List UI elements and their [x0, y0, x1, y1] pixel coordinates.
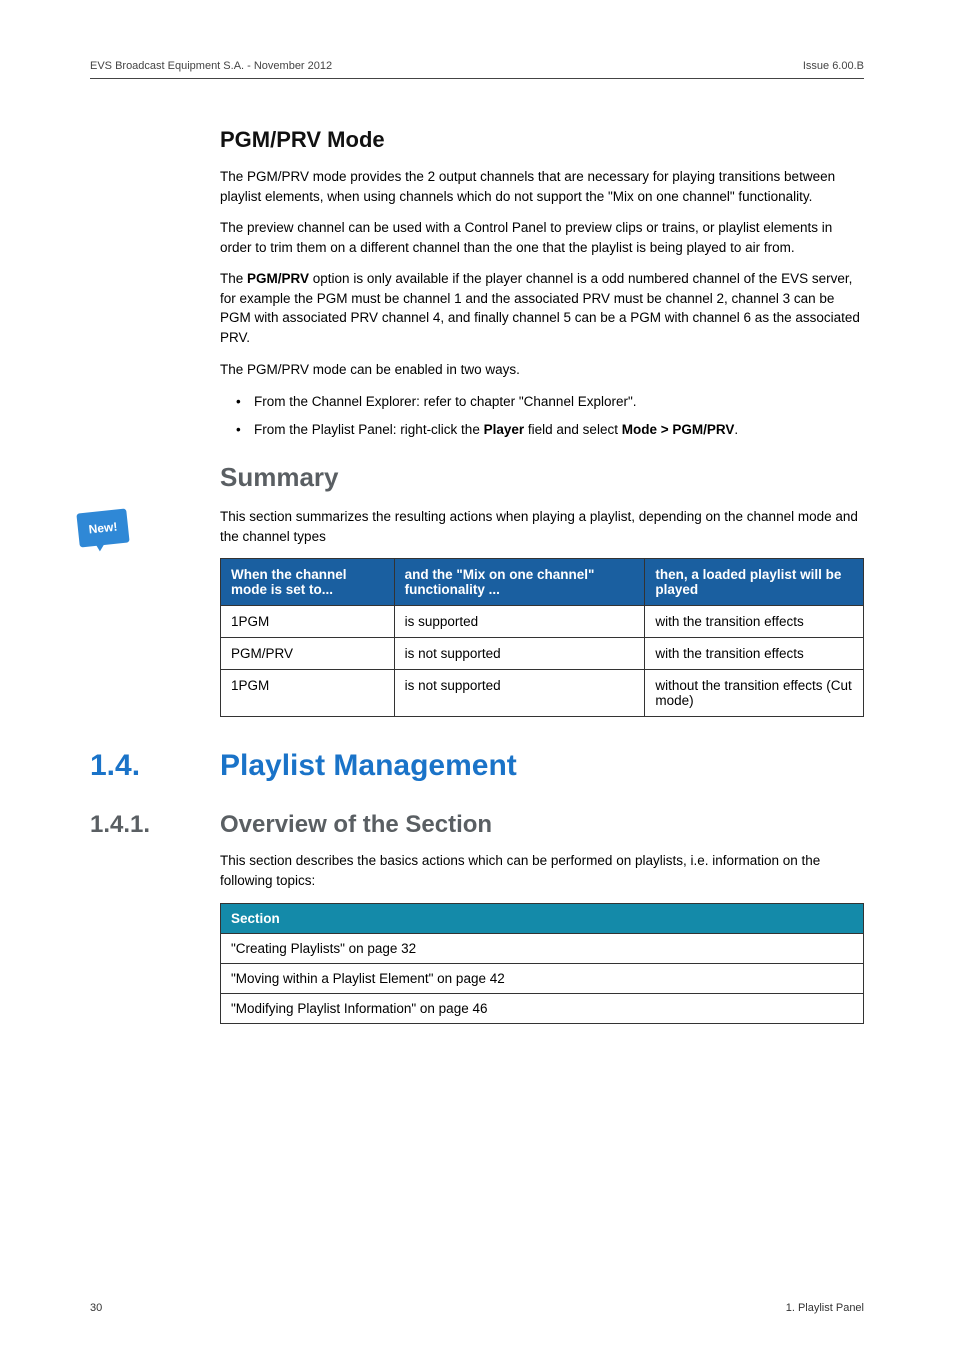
table-cell: "Modifying Playlist Information" on page… [221, 993, 864, 1023]
body-content: PGM/PRV Mode The PGM/PRV mode provides t… [220, 127, 864, 717]
footer-page-number: 30 [90, 1302, 102, 1314]
header-right: Issue 6.00.B [803, 60, 864, 72]
table-cell: 1PGM [221, 670, 395, 717]
table-header-cell: then, a loaded playlist will be played [645, 559, 864, 606]
table-cell: 1PGM [221, 606, 395, 638]
table-cell: PGM/PRV [221, 638, 395, 670]
paragraph: The PGM/PRV option is only available if … [220, 269, 864, 347]
paragraph: The PGM/PRV mode provides the 2 output c… [220, 167, 864, 206]
heading-summary: Summary [220, 462, 864, 493]
table-cell: "Creating Playlists" on page 32 [221, 933, 864, 963]
paragraph: The PGM/PRV mode can be enabled in two w… [220, 360, 864, 380]
paragraph: The preview channel can be used with a C… [220, 218, 864, 257]
table-row: "Creating Playlists" on page 32 [221, 933, 864, 963]
table-header-cell: and the "Mix on one channel" functionali… [394, 559, 645, 606]
summary-table: When the channel mode is set to... and t… [220, 558, 864, 717]
text: field and select [524, 422, 622, 437]
section-table: Section "Creating Playlists" on page 32 … [220, 903, 864, 1024]
list-item: From the Playlist Panel: right-click the… [240, 419, 864, 441]
table-cell: without the transition effects (Cut mode… [645, 670, 864, 717]
page: EVS Broadcast Equipment S.A. - November … [0, 0, 954, 1350]
summary-block: New! This section summarizes the resulti… [220, 507, 864, 717]
header-rule [90, 78, 864, 79]
header-left: EVS Broadcast Equipment S.A. - November … [90, 60, 332, 72]
table-cell: is not supported [394, 670, 645, 717]
section-heading-row: 1.4.1. Overview of the Section [90, 811, 864, 839]
section-title: Overview of the Section [220, 811, 492, 839]
list-item: From the Channel Explorer: refer to chap… [240, 391, 864, 413]
paragraph: This section summarizes the resulting ac… [220, 507, 864, 546]
table-row: "Moving within a Playlist Element" on pa… [221, 963, 864, 993]
new-badge: New! [78, 511, 130, 553]
section-number: 1.4.1. [90, 811, 220, 839]
table-header-cell: Section [221, 903, 864, 933]
text-bold: Player [484, 422, 525, 437]
new-badge-label: New! [76, 509, 129, 548]
text: option is only available if the player c… [220, 271, 860, 345]
text: From the Playlist Panel: right-click the [254, 422, 484, 437]
page-header: EVS Broadcast Equipment S.A. - November … [90, 60, 864, 72]
text: The [220, 271, 247, 286]
chapter-number: 1.4. [90, 749, 220, 783]
heading-pgmprv-mode: PGM/PRV Mode [220, 127, 864, 153]
chapter-heading-row: 1.4. Playlist Management [90, 749, 864, 783]
table-cell: with the transition effects [645, 606, 864, 638]
table-row: 1PGM is not supported without the transi… [221, 670, 864, 717]
bullet-list: From the Channel Explorer: refer to chap… [240, 391, 864, 440]
page-footer: 30 1. Playlist Panel [90, 1302, 864, 1314]
table-cell: is supported [394, 606, 645, 638]
table-header-row: Section [221, 903, 864, 933]
table-row: "Modifying Playlist Information" on page… [221, 993, 864, 1023]
table-header-cell: When the channel mode is set to... [221, 559, 395, 606]
text-bold: Mode > PGM/PRV [622, 422, 735, 437]
table-cell: with the transition effects [645, 638, 864, 670]
overview-content: This section describes the basics action… [220, 851, 864, 1023]
paragraph: This section describes the basics action… [220, 851, 864, 890]
text-bold: PGM/PRV [247, 271, 309, 286]
chapter-title: Playlist Management [220, 749, 517, 783]
table-cell: is not supported [394, 638, 645, 670]
footer-chapter-label: 1. Playlist Panel [786, 1302, 864, 1314]
table-header-row: When the channel mode is set to... and t… [221, 559, 864, 606]
text: . [734, 422, 738, 437]
table-row: 1PGM is supported with the transition ef… [221, 606, 864, 638]
table-row: PGM/PRV is not supported with the transi… [221, 638, 864, 670]
table-cell: "Moving within a Playlist Element" on pa… [221, 963, 864, 993]
